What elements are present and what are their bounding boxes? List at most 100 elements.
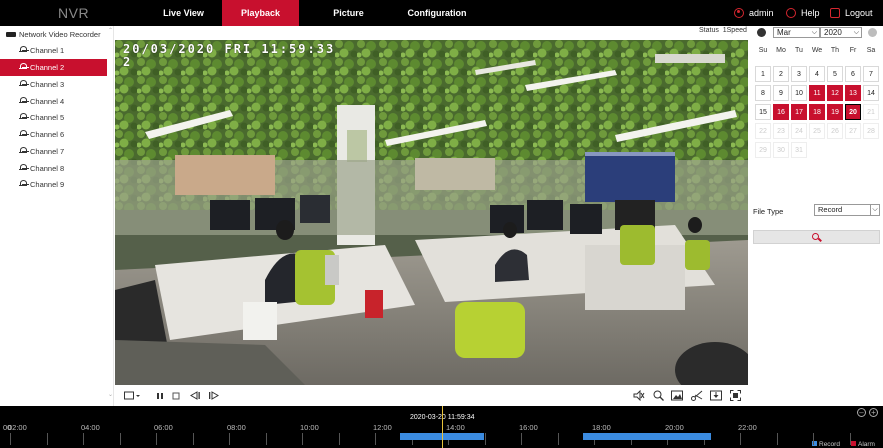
tab-live-view[interactable]: Live View [145,0,222,26]
calendar-day-with-record[interactable]: 18 [809,104,825,120]
channel-label: Channel 6 [30,130,65,139]
calendar-day-with-record[interactable]: 17 [791,104,807,120]
calendar-day[interactable]: 1 [755,66,771,82]
camera-icon [19,46,27,54]
calendar-day[interactable]: 25 [809,123,825,139]
recording-segment[interactable] [582,433,711,440]
channel-label: Channel 5 [30,113,65,122]
pause-button[interactable] [156,390,164,401]
weekday-header: Su [758,47,768,54]
scroll-down-icon[interactable]: ⌄ [107,392,114,398]
calendar-day[interactable]: 15 [755,104,771,120]
logout-label: Logout [845,8,873,18]
fullscreen-icon [730,390,741,401]
timeline-tick [338,433,340,445]
playback-toolbar [115,385,748,406]
calendar-day-selected[interactable]: 20 [845,104,861,120]
calendar-day-with-record[interactable]: 16 [773,104,789,120]
calendar-day[interactable]: 5 [827,66,843,82]
tab-configuration[interactable]: Configuration [392,0,482,26]
channel-item-4[interactable]: Channel 4 [0,93,107,110]
channel-item-7[interactable]: Channel 7 [0,143,107,160]
calendar-day[interactable]: 14 [863,85,879,101]
channel-label: Channel 2 [30,63,65,72]
channel-item-1[interactable]: Channel 1 [0,42,107,59]
snapshot-button[interactable] [671,390,683,401]
calendar-day[interactable]: 7 [863,66,879,82]
scroll-up-icon[interactable]: ⌃ [107,28,114,34]
calendar-day[interactable]: 21 [863,104,879,120]
weekday-header: Fr [849,47,857,54]
fullscreen-button[interactable] [730,390,741,401]
month-select[interactable]: Mar ⌵ [773,27,820,38]
mute-button[interactable] [633,389,645,402]
channel-item-2[interactable]: Channel 2 [0,59,107,76]
playback-speed: 1Speed [722,27,747,34]
help-link[interactable]: Help [786,0,820,26]
calendar-day[interactable]: 9 [773,85,789,101]
pause-icon [157,393,163,399]
calendar-day[interactable]: 26 [827,123,843,139]
tab-playback[interactable]: Playback [222,0,299,26]
user-menu[interactable]: admin [734,0,774,26]
playback-status: Status 1Speed [699,27,747,34]
calendar-day-with-record[interactable]: 19 [827,104,843,120]
channel-tree: Network Video Recorder Channel 1 Channel… [0,26,114,406]
search-button[interactable] [753,230,880,244]
logout-link[interactable]: Logout [830,0,873,26]
calendar-day-with-record[interactable]: 12 [827,85,843,101]
calendar-day[interactable]: 31 [791,142,807,158]
next-month-icon[interactable] [868,28,877,37]
stop-button[interactable] [172,390,180,401]
camera-icon [19,63,27,71]
calendar-day[interactable]: 3 [791,66,807,82]
timeline-hour-label: 02:00 [8,423,27,432]
channel-item-6[interactable]: Channel 6 [0,126,107,143]
calendar-day[interactable]: 4 [809,66,825,82]
calendar-day[interactable]: 10 [791,85,807,101]
camera-frame-image [115,40,748,385]
digital-zoom-button[interactable] [653,390,664,401]
channel-label: Channel 9 [30,180,65,189]
legend-record-label: Record [819,441,840,448]
calendar-day[interactable]: 6 [845,66,861,82]
calendar-day-with-record[interactable]: 11 [809,85,825,101]
slow-playback-button[interactable] [189,390,201,401]
timeline-playhead[interactable] [442,406,443,448]
window-split-button[interactable] [124,390,140,401]
fast-forward-icon [209,391,219,400]
calendar-day[interactable]: 24 [791,123,807,139]
download-button[interactable] [710,390,722,401]
fast-playback-button[interactable] [208,390,220,401]
tree-root-nvr[interactable]: Network Video Recorder [6,28,101,42]
channel-item-9[interactable]: Channel 9 [0,176,107,193]
channel-item-8[interactable]: Channel 8 [0,160,107,177]
calendar-day-with-record[interactable]: 13 [845,85,861,101]
weekday-header: Mo [776,47,786,54]
channel-item-3[interactable]: Channel 3 [0,76,107,93]
calendar-day[interactable]: 27 [845,123,861,139]
timeline-zoom-in-icon[interactable]: + [869,408,878,417]
tree-scrollbar[interactable]: ⌃ ⌄ [107,28,114,404]
search-panel: Mar ⌵ 2020 ⌵ Su Mo Tu We Th Fr Sa 1 2 3 4 5 6 7 8 9 10 11 12… [752,26,883,406]
playback-timeline[interactable]: 2020-03-20 11:59:34 – + Record Alarm 00 0… [0,406,883,448]
calendar-day[interactable]: 29 [755,142,771,158]
calendar-day[interactable]: 8 [755,85,771,101]
clip-button[interactable] [691,390,703,401]
channel-item-5[interactable]: Channel 5 [0,109,107,126]
calendar-day[interactable]: 22 [755,123,771,139]
timeline-tick [849,433,851,445]
file-type-select[interactable]: Record ⌵ [814,204,880,216]
prev-month-icon[interactable] [757,28,766,37]
timeline-zoom-out-icon[interactable]: – [857,408,866,417]
video-player[interactable]: 20/03/2020 FRI 11:59:33 2 [115,40,748,385]
year-select[interactable]: 2020 ⌵ [820,27,862,38]
calendar-day[interactable]: 28 [863,123,879,139]
calendar-day[interactable]: 30 [773,142,789,158]
timeline-tick [375,433,376,445]
calendar-day[interactable]: 2 [773,66,789,82]
calendar-day[interactable]: 23 [773,123,789,139]
timeline-tick [776,433,778,445]
file-type-value: Record [818,205,843,214]
tab-picture[interactable]: Picture [310,0,387,26]
